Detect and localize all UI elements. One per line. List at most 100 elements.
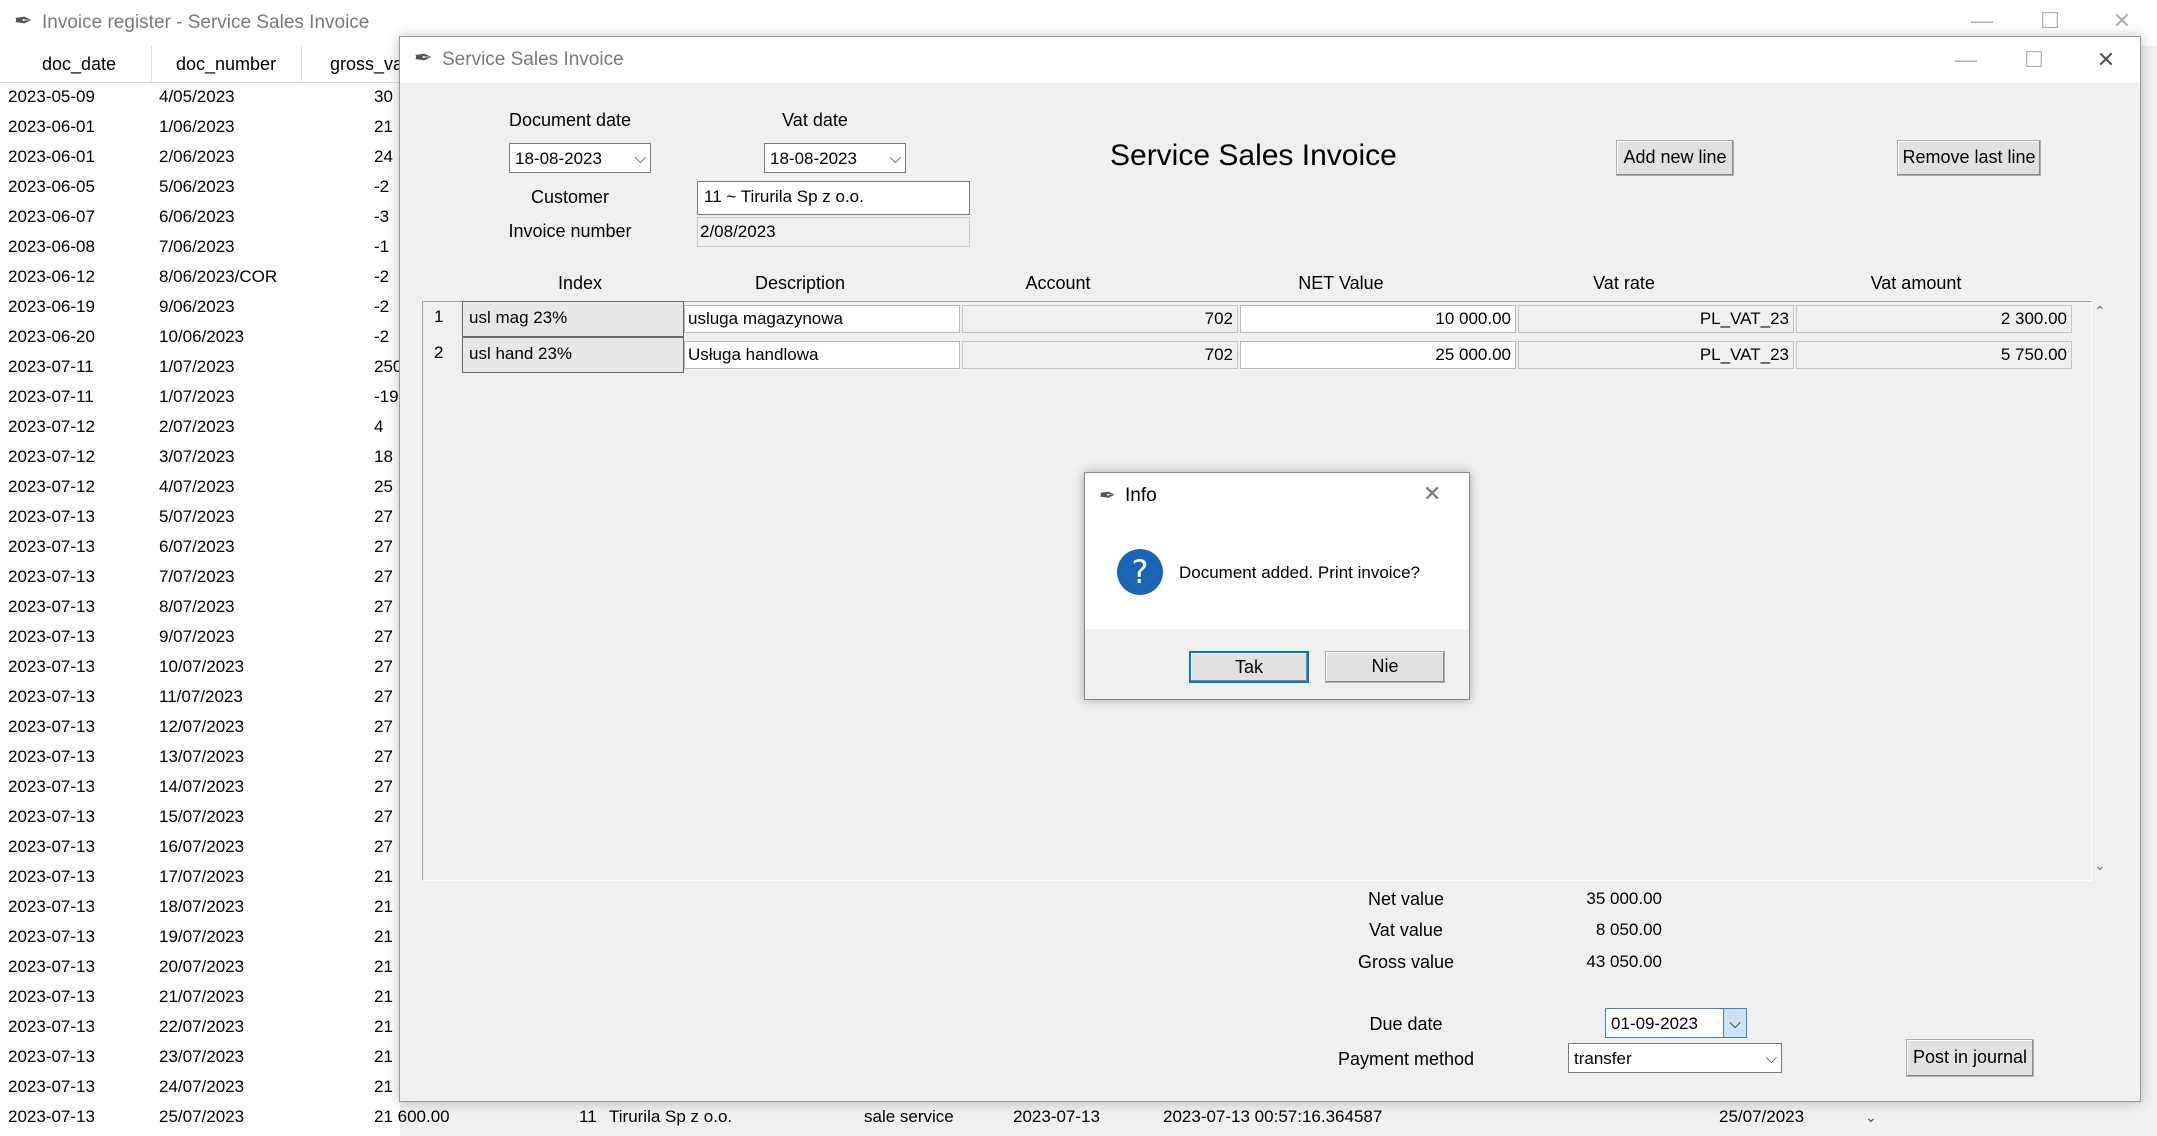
row-number: 7/07/2023 [159, 567, 235, 586]
register-row[interactable]: 2023-06-05 5/06/2023 -2 [0, 172, 400, 202]
row-number: 22/07/2023 [159, 1017, 245, 1036]
row-number: 24/07/2023 [159, 1077, 245, 1096]
chevron-down-icon[interactable]: ⌵ [635, 144, 646, 174]
row-number: 1/07/2023 [159, 357, 235, 376]
row-number: 1/06/2023 [159, 117, 235, 136]
column-header-account: Account [1025, 273, 1091, 293]
customer-field[interactable]: 11 ~ Tirurila Sp z o.o. [697, 181, 970, 215]
column-header-doc-date[interactable]: doc_date [42, 54, 116, 75]
register-row[interactable]: 2023-07-13 19/07/2023 21 [0, 922, 400, 952]
register-scrollbar[interactable] [2139, 90, 2157, 370]
register-row[interactable]: 2023-07-13 14/07/2023 27 [0, 772, 400, 802]
register-row[interactable]: 2023-07-13 11/07/2023 27 [0, 682, 400, 712]
register-row[interactable]: 2023-07-13 15/07/2023 27 [0, 802, 400, 832]
chevron-down-icon[interactable]: ⌵ [1723, 1009, 1746, 1037]
line-index-button[interactable]: usl mag 23% [462, 301, 684, 337]
register-row[interactable]: 2023-07-13 9/07/2023 27 [0, 622, 400, 652]
minimize-icon[interactable]: — [1960, 6, 2004, 36]
maximize-icon[interactable]: ☐ [2028, 6, 2072, 36]
register-row[interactable]: 2023-07-13 18/07/2023 21 [0, 892, 400, 922]
column-header-gross-value[interactable]: gross_va [330, 54, 403, 75]
register-row[interactable]: 2023-07-13 5/07/2023 27 [0, 502, 400, 532]
row-number: 6/07/2023 [159, 537, 235, 556]
register-row[interactable]: 2023-07-13 12/07/2023 27 [0, 712, 400, 742]
row-number: 8/06/2023/COR [159, 267, 278, 286]
register-row[interactable]: 2023-06-07 6/06/2023 -3 [0, 202, 400, 232]
register-row[interactable]: 2023-07-13 20/07/2023 21 [0, 952, 400, 982]
line-description-field[interactable]: usluga magazynowa [684, 305, 960, 333]
register-row[interactable]: 2023-07-13 23/07/2023 21 [0, 1042, 400, 1072]
remove-last-line-button[interactable]: Remove last line [1897, 140, 2041, 176]
register-row[interactable]: 2023-06-08 7/06/2023 -1 [0, 232, 400, 262]
row-date: 2023-07-13 [8, 867, 95, 886]
register-row[interactable]: 2023-07-13 10/07/2023 27 [0, 652, 400, 682]
register-row[interactable]: 2023-07-11 1/07/2023 250 [0, 352, 402, 382]
line-index-button[interactable]: usl hand 23% [462, 337, 684, 373]
register-row[interactable]: 2023-06-19 9/06/2023 -2 [0, 292, 400, 322]
scroll-down-icon[interactable]: ⌄ [1862, 1100, 1880, 1134]
feather-icon: ✒ [1099, 485, 1116, 507]
register-row[interactable]: 2023-07-12 2/07/2023 4 [0, 412, 400, 442]
register-row[interactable]: 2023-06-12 8/06/2023/COR -2 [0, 262, 400, 292]
add-new-line-button[interactable]: Add new line [1616, 140, 1734, 176]
close-icon[interactable]: ✕ [2100, 6, 2144, 36]
no-button[interactable]: Nie [1325, 651, 1445, 683]
vat-value-label: Vat value [1369, 920, 1443, 940]
register-row[interactable]: 2023-07-13 6/07/2023 27 [0, 532, 400, 562]
column-header-vat-rate: Vat rate [1593, 273, 1655, 293]
feather-icon: ✒ [14, 8, 33, 33]
register-row[interactable]: 2023-07-13 21/07/2023 21 [0, 982, 400, 1012]
line-number: 1 [434, 307, 444, 326]
chevron-down-icon[interactable]: ⌵ [890, 144, 901, 174]
register-row[interactable]: 2023-07-13 13/07/2023 27 [0, 742, 400, 772]
row-number: 3/07/2023 [159, 447, 235, 466]
row-number: 19/07/2023 [159, 927, 245, 946]
scroll-down-icon[interactable]: ⌄ [2094, 857, 2106, 874]
row-gross: 24 [374, 147, 393, 166]
register-row[interactable]: 2023-07-12 3/07/2023 18 [0, 442, 400, 472]
due-date-label: Due date [1369, 1014, 1443, 1034]
post-in-journal-button[interactable]: Post in journal [1906, 1039, 2034, 1077]
page-title: Service Sales Invoice [1110, 139, 1397, 172]
document-date-combobox[interactable]: 18-08-2023 ⌵ [509, 143, 651, 173]
payment-method-combobox[interactable]: transfer ⌵ [1568, 1043, 1782, 1073]
row-number: 4/07/2023 [159, 477, 235, 496]
register-row[interactable]: 2023-06-20 10/06/2023 -2 [0, 322, 400, 352]
register-row[interactable]: 2023-07-13 7/07/2023 27 [0, 562, 400, 592]
line-net-value-field[interactable]: 25 000.00 [1240, 341, 1516, 369]
dialog-message: Document added. Print invoice? [1179, 563, 1420, 582]
close-icon[interactable]: ✕ [1423, 481, 1441, 507]
minimize-icon[interactable]: — [1944, 45, 1988, 75]
maximize-icon[interactable]: ☐ [2012, 45, 2056, 75]
register-row[interactable]: 2023-07-13 17/07/2023 21 [0, 862, 400, 892]
column-header-doc-number[interactable]: doc_number [176, 54, 276, 75]
register-row[interactable]: 2023-07-13 16/07/2023 27 [0, 832, 400, 862]
register-last-row[interactable]: 2023-07-13 25/07/2023 21 600.00 11 Tirur… [0, 1100, 1870, 1134]
grid-scrollbar[interactable]: ⌃ ⌄ [2092, 301, 2110, 881]
yes-button[interactable]: Tak [1189, 651, 1309, 683]
chevron-down-icon[interactable]: ⌵ [1766, 1044, 1777, 1074]
register-row[interactable]: 2023-07-12 4/07/2023 25 [0, 472, 400, 502]
dialog-titlebar: ✒ Info ✕ [1085, 473, 1469, 519]
line-net-value-field[interactable]: 10 000.00 [1240, 305, 1516, 333]
row-gross: 27 [374, 537, 393, 556]
last-row-cust-id: 11 [579, 1107, 597, 1126]
register-row[interactable]: 2023-07-13 8/07/2023 27 [0, 592, 400, 622]
row-number: 9/06/2023 [159, 297, 235, 316]
register-row[interactable]: 2023-05-09 4/05/2023 30 [0, 82, 400, 112]
line-vat-amount-field: 2 300.00 [1796, 305, 2072, 333]
register-row[interactable]: 2023-06-01 1/06/2023 21 [0, 112, 400, 142]
register-row[interactable]: 2023-07-13 22/07/2023 21 [0, 1012, 400, 1042]
register-row[interactable]: 2023-07-11 1/07/2023 -19 [0, 382, 400, 412]
column-header-index: Index [557, 273, 603, 293]
register-row[interactable]: 2023-07-13 24/07/2023 21 [0, 1072, 400, 1102]
line-description-field[interactable]: Usługa handlowa [684, 341, 960, 369]
close-icon[interactable]: ✕ [2084, 45, 2128, 75]
row-gross: -2 [374, 327, 390, 346]
register-row[interactable]: 2023-06-01 2/06/2023 24 [0, 142, 400, 172]
line-vat-amount-field: 5 750.00 [1796, 341, 2072, 369]
row-number: 1/07/2023 [159, 387, 235, 406]
vat-date-combobox[interactable]: 18-08-2023 ⌵ [764, 143, 906, 173]
due-date-combobox[interactable]: 01-09-2023 ⌵ [1605, 1008, 1747, 1038]
row-date: 2023-07-13 [8, 657, 95, 676]
